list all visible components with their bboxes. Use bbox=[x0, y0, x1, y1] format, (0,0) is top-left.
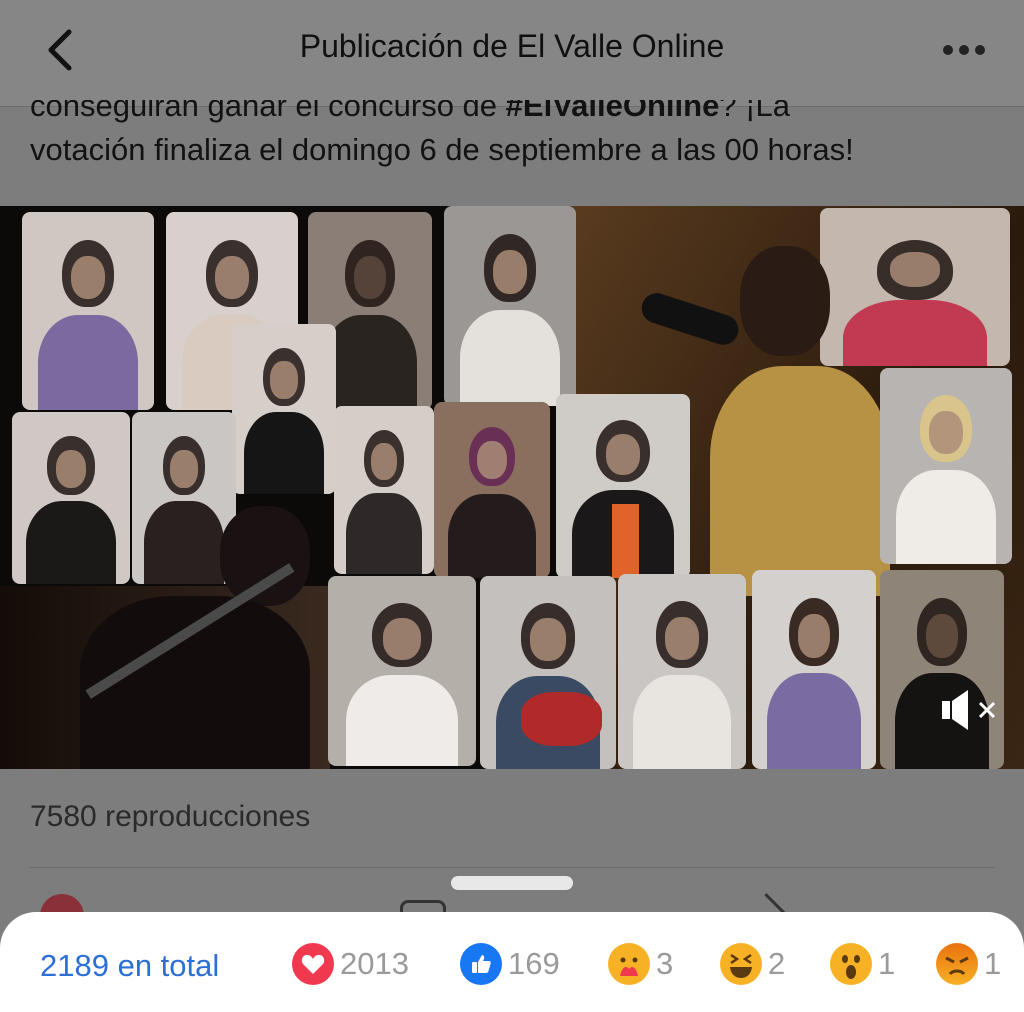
sheet-drag-handle[interactable] bbox=[451, 876, 573, 890]
reactions-sheet: 2189 en total 2013 169 3 2 1 1 bbox=[0, 912, 1024, 1012]
caption-line-1: conseguirán ganar el concurso de #ElVall… bbox=[30, 100, 1010, 128]
share-action-button[interactable] bbox=[743, 893, 790, 914]
video-tile-singer bbox=[690, 226, 890, 596]
love-action-button[interactable] bbox=[40, 894, 84, 914]
video-tile bbox=[328, 576, 476, 766]
heart-reaction-icon bbox=[292, 943, 334, 985]
wow-reaction-icon bbox=[830, 943, 872, 985]
reaction-count-angry: 1 bbox=[984, 946, 1002, 981]
reaction-count-wow: 1 bbox=[878, 946, 896, 981]
video-tile bbox=[556, 394, 690, 578]
reaction-tab-care[interactable]: 3 bbox=[608, 942, 673, 986]
video-player[interactable] bbox=[0, 206, 1024, 769]
video-tile bbox=[232, 324, 336, 494]
divider bbox=[30, 867, 994, 868]
video-tile bbox=[880, 570, 1004, 769]
thumbs-up-reaction-icon bbox=[460, 943, 502, 985]
reaction-tab-wow[interactable]: 1 bbox=[830, 942, 895, 986]
reaction-tab-love[interactable]: 2013 bbox=[292, 942, 409, 986]
video-tile bbox=[480, 576, 616, 769]
top-navigation-bar: Publicación de El Valle Online bbox=[0, 0, 1024, 107]
video-tile bbox=[434, 402, 550, 578]
reaction-count-haha: 2 bbox=[768, 946, 786, 981]
care-reaction-icon bbox=[608, 943, 650, 985]
view-count: 7580 reproducciones bbox=[30, 800, 311, 833]
angry-reaction-icon bbox=[936, 943, 978, 985]
reactions-total-tab[interactable]: 2189 en total bbox=[40, 948, 219, 984]
video-tile bbox=[22, 212, 154, 410]
speaker-muted-icon bbox=[942, 690, 996, 730]
post-caption: conseguirán ganar el concurso de #ElVall… bbox=[30, 100, 1010, 172]
video-tile bbox=[752, 570, 876, 769]
reaction-count-like: 169 bbox=[508, 946, 560, 981]
reaction-count-care: 3 bbox=[656, 946, 674, 981]
caption-line-2: votación finaliza el domingo 6 de septie… bbox=[30, 132, 854, 167]
video-tile bbox=[334, 406, 434, 574]
reaction-tab-angry[interactable]: 1 bbox=[936, 942, 1001, 986]
page-title: Publicación de El Valle Online bbox=[299, 28, 725, 64]
more-horizontal-icon bbox=[943, 45, 985, 55]
haha-reaction-icon bbox=[720, 943, 762, 985]
reaction-count-love: 2013 bbox=[340, 946, 409, 981]
mute-button[interactable] bbox=[938, 687, 1002, 733]
more-options-button[interactable] bbox=[934, 30, 994, 70]
video-tile bbox=[880, 368, 1012, 564]
reaction-tab-haha[interactable]: 2 bbox=[720, 942, 785, 986]
video-tile bbox=[618, 574, 746, 769]
post-actions-row bbox=[30, 890, 994, 914]
video-tile-guitarist bbox=[60, 506, 320, 769]
video-tile bbox=[444, 206, 576, 406]
reaction-tab-like[interactable]: 169 bbox=[460, 942, 560, 986]
hashtag-link[interactable]: #ElValleOnline bbox=[506, 100, 720, 123]
